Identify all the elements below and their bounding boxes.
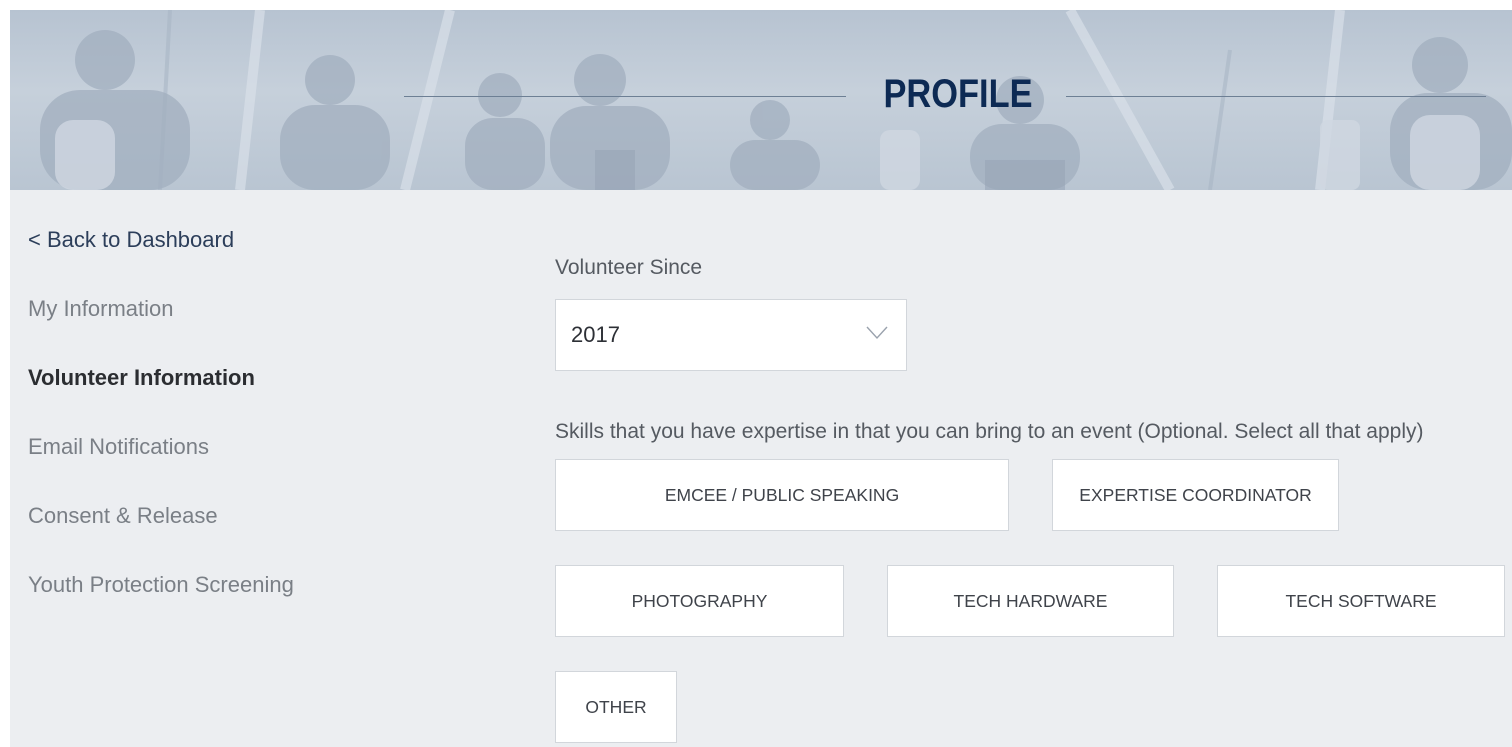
- volunteer-since-value: 2017: [571, 322, 620, 347]
- page-title: PROFILE: [883, 72, 1033, 116]
- sidebar-item-consent-release[interactable]: Consent & Release: [28, 498, 388, 567]
- skill-other-button[interactable]: OTHER: [555, 671, 677, 743]
- banner-rule-right: [1066, 96, 1486, 97]
- sidebar-item-volunteer-information[interactable]: Volunteer Information: [28, 360, 388, 429]
- banner-rule-left: [404, 96, 846, 97]
- skill-tech-software-button[interactable]: TECH SOFTWARE: [1217, 565, 1505, 637]
- back-to-dashboard-link[interactable]: < Back to Dashboard: [28, 222, 388, 291]
- profile-banner: PROFILE: [10, 10, 1512, 190]
- profile-page: PROFILE < Back to Dashboard My Informati…: [10, 10, 1512, 747]
- skill-photography-button[interactable]: PHOTOGRAPHY: [555, 565, 844, 637]
- volunteer-since-label: Volunteer Since: [555, 256, 703, 279]
- page-frame: PROFILE < Back to Dashboard My Informati…: [0, 0, 1512, 747]
- skill-emcee-public-speaking-button[interactable]: EMCEE / PUBLIC SPEAKING: [555, 459, 1009, 531]
- sidebar-item-email-notifications[interactable]: Email Notifications: [28, 429, 388, 498]
- skills-prompt: Skills that you have expertise in that y…: [555, 420, 1424, 443]
- chevron-down-icon: [866, 326, 888, 340]
- profile-sidebar-nav: < Back to Dashboard My Information Volun…: [28, 222, 388, 636]
- banner-photo-background: [40, 10, 1512, 190]
- skill-tech-hardware-button[interactable]: TECH HARDWARE: [887, 565, 1174, 637]
- sidebar-item-youth-protection-screening[interactable]: Youth Protection Screening: [28, 567, 388, 636]
- sidebar-item-my-information[interactable]: My Information: [28, 291, 388, 360]
- volunteer-since-select[interactable]: 2017: [555, 299, 907, 371]
- skill-expertise-coordinator-button[interactable]: EXPERTISE COORDINATOR: [1052, 459, 1339, 531]
